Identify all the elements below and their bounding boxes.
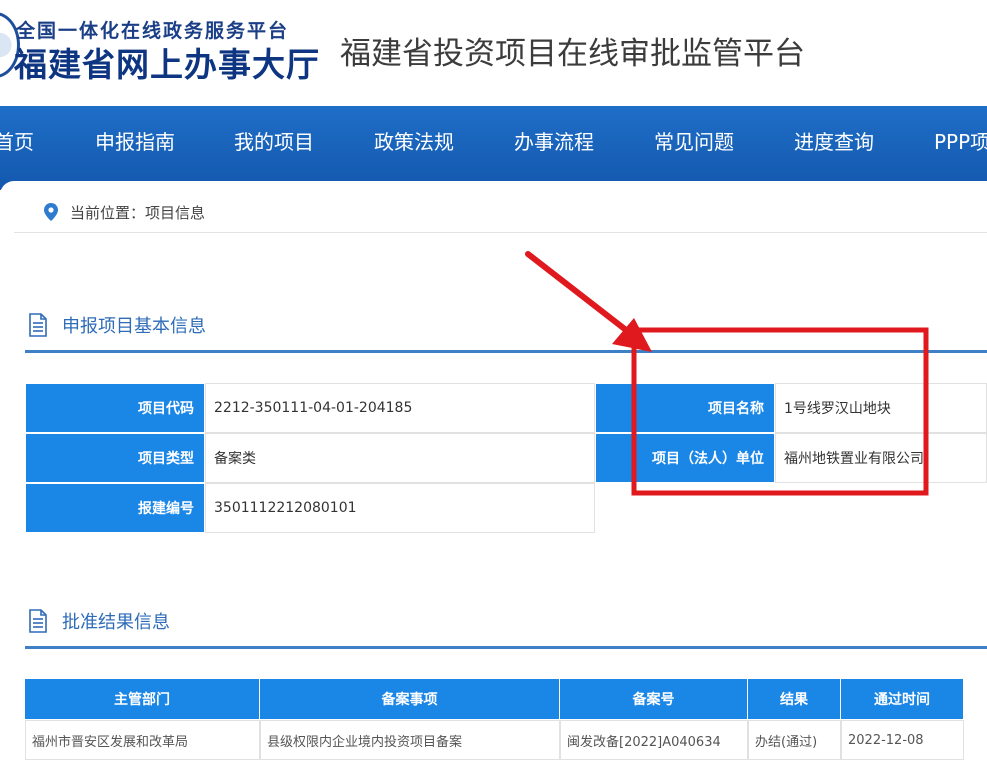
nav-item-process[interactable]: 办事流程 bbox=[514, 126, 594, 155]
location-pin-icon bbox=[44, 203, 58, 221]
nav-item-progress[interactable]: 进度查询 bbox=[794, 126, 874, 155]
info-label-project-type: 项目类型 bbox=[25, 433, 205, 483]
nav-item-home[interactable]: 首页 bbox=[0, 126, 34, 155]
breadcrumb-text: 当前位置：项目信息 bbox=[70, 203, 206, 222]
breadcrumb: 当前位置：项目信息 bbox=[44, 200, 205, 224]
section-title-text: 申报项目基本信息 bbox=[62, 316, 206, 337]
platform-title: 福建省投资项目在线审批监管平台 bbox=[340, 36, 805, 72]
nav-item-ppp[interactable]: PPP项 bbox=[934, 126, 987, 155]
approval-divider bbox=[25, 646, 987, 649]
nav-item-my-projects[interactable]: 我的项目 bbox=[234, 126, 314, 155]
nav-item-faq[interactable]: 常见问题 bbox=[654, 126, 734, 155]
basic-info-title: 申报项目基本信息 bbox=[28, 310, 206, 340]
section-title-text: 批准结果信息 bbox=[62, 612, 170, 633]
table-cell-department: 福州市晋安区发展和改革局 bbox=[25, 720, 260, 760]
document-icon bbox=[29, 609, 47, 633]
table-cell-result: 办结(通过) bbox=[748, 720, 841, 760]
info-label-legal-entity: 项目（法人）单位 bbox=[595, 433, 775, 483]
info-label-project-name: 项目名称 bbox=[595, 383, 775, 433]
info-value-project-code: 2212-350111-04-01-204185 bbox=[205, 383, 595, 433]
breadcrumb-divider bbox=[14, 232, 987, 233]
info-value-legal-entity: 福州地铁置业有限公司 bbox=[775, 433, 987, 483]
info-label-build-number: 报建编号 bbox=[25, 483, 205, 533]
info-label-project-code: 项目代码 bbox=[25, 383, 205, 433]
nav-item-guide[interactable]: 申报指南 bbox=[95, 126, 175, 155]
info-value-project-type: 备案类 bbox=[205, 433, 595, 483]
document-icon bbox=[29, 313, 47, 337]
table-cell-item: 县级权限内企业境内投资项目备案 bbox=[260, 720, 560, 760]
main-nav: 首页 申报指南 我的项目 政策法规 办事流程 常见问题 进度查询 PPP项 bbox=[0, 106, 987, 190]
table-header-record-number: 备案号 bbox=[560, 679, 748, 719]
table-header-department: 主管部门 bbox=[25, 679, 260, 719]
table-cell-record-number: 闽发改备[2022]A040634 bbox=[560, 720, 748, 760]
site-header: 全国一体化在线政务服务平台 福建省网上办事大厅 福建省投资项目在线审批监管平台 bbox=[0, 0, 987, 106]
info-value-build-number: 3501112212080101 bbox=[205, 483, 595, 533]
table-header-pass-time: 通过时间 bbox=[841, 679, 964, 719]
info-value-project-name: 1号线罗汉山地块 bbox=[775, 383, 987, 433]
approval-title: 批准结果信息 bbox=[28, 606, 170, 636]
table-header-result: 结果 bbox=[748, 679, 841, 719]
table-header-item: 备案事项 bbox=[260, 679, 560, 719]
basic-info-divider bbox=[25, 350, 987, 353]
logo-title[interactable]: 福建省网上办事大厅 bbox=[14, 38, 320, 86]
nav-item-policies[interactable]: 政策法规 bbox=[374, 126, 454, 155]
table-cell-pass-time: 2022-12-08 bbox=[841, 720, 964, 760]
